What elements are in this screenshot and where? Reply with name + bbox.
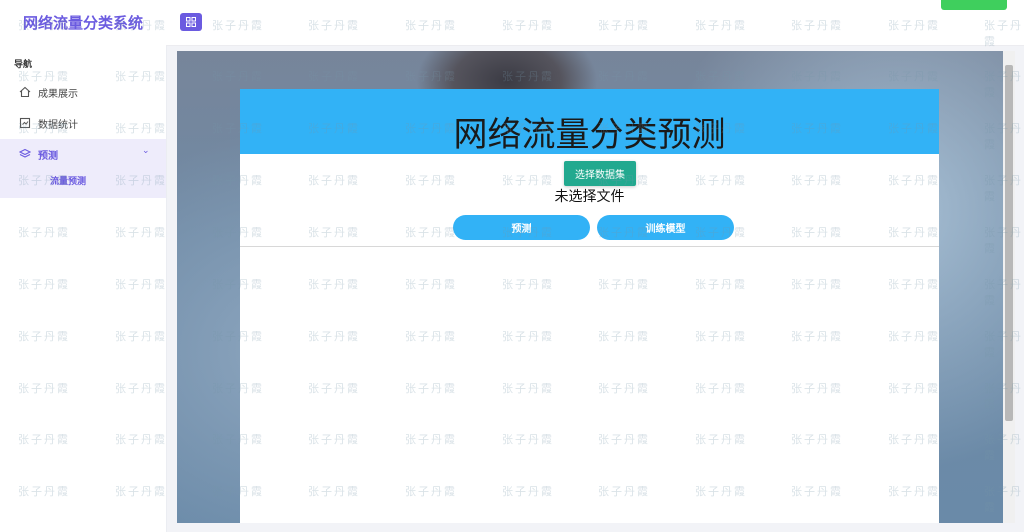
page-title: 网络流量分类预测 (453, 115, 726, 155)
prediction-panel: 网络流量分类预测 选择数据集 未选择文件 预测 训练模型 (240, 89, 939, 523)
nav-section-title: 导航 (14, 60, 33, 70)
chevron-down-icon[interactable]: ⌄ (142, 146, 150, 156)
top-header (166, 0, 1024, 46)
sidebar-item-results[interactable]: 成果展示 (0, 79, 166, 105)
sidebar: 网络流量分类系统 导航 成果展示 数据统计 预测 ⌄ 流量预测 (0, 0, 167, 532)
scrollbar-thumb[interactable] (1005, 65, 1013, 421)
top-right-action-button[interactable] (941, 0, 1007, 10)
menu-toggle-button[interactable] (180, 13, 202, 31)
choose-dataset-button[interactable]: 选择数据集 (564, 161, 636, 186)
app-title: 网络流量分类系统 (22, 14, 143, 32)
scrollbar[interactable] (1003, 51, 1015, 523)
sidebar-item-label: 成果展示 (38, 88, 78, 100)
sidebar-item-statistics[interactable]: 数据统计 (0, 110, 166, 136)
divider (240, 246, 939, 247)
grid-icon (186, 17, 196, 27)
layers-icon (19, 148, 31, 158)
sidebar-subitem-traffic-prediction[interactable]: 流量预测 (50, 174, 86, 187)
file-status-text: 未选择文件 (554, 189, 625, 205)
chart-icon (19, 117, 31, 129)
home-icon (19, 86, 31, 98)
sidebar-item-label: 数据统计 (38, 119, 78, 131)
sidebar-item-label: 预测 (38, 150, 58, 162)
predict-button[interactable]: 预测 (453, 215, 590, 240)
train-model-button[interactable]: 训练模型 (597, 215, 734, 240)
